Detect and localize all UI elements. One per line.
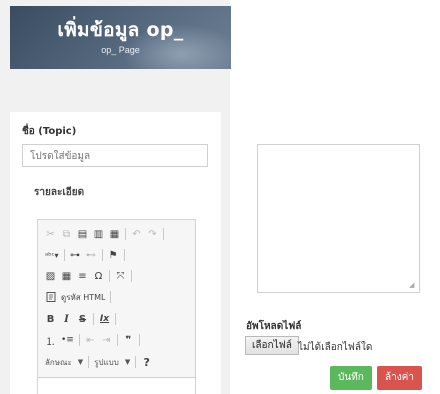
page-header-banner: เพิ่มข้อมูล op_ op_ Page xyxy=(10,6,231,69)
editor-toolbar-row-links: ᵃᵇᶜ▾ ⊶ ⊷ ⚑ xyxy=(45,248,125,262)
styles-dropdown[interactable]: ลักษณะ ▼ xyxy=(45,356,83,369)
undo-icon[interactable]: ↶ xyxy=(131,228,142,241)
toolbar-separator xyxy=(109,270,110,282)
choose-file-button[interactable]: เลือกไฟล์ xyxy=(245,336,299,355)
save-button[interactable]: บันทึก xyxy=(330,366,372,390)
paste-icon[interactable]: ▤ xyxy=(77,228,88,241)
toolbar-separator xyxy=(93,313,94,325)
italic-icon[interactable]: I xyxy=(61,313,72,326)
toolbar-separator xyxy=(123,249,125,261)
bold-icon[interactable]: B xyxy=(45,313,56,326)
blockquote-icon[interactable]: ❞ xyxy=(123,334,134,347)
indent-icon[interactable]: ⇥ xyxy=(101,334,112,347)
source-document-icon xyxy=(46,292,55,302)
format-dropdown[interactable]: รูปแบบ ▼ xyxy=(94,356,130,369)
outdent-icon[interactable]: ⇤ xyxy=(85,334,96,347)
editor-toolbar-row-paragraph: ⒈ •≡ ⇤ ⇥ ❞ xyxy=(45,333,140,348)
editor-content-area[interactable] xyxy=(37,377,196,394)
toolbar-separator xyxy=(163,228,164,240)
upload-label: อัพโหลดไฟล์ xyxy=(246,321,302,332)
source-icon[interactable] xyxy=(45,291,56,304)
page-title: เพิ่มข้อมูล op_ xyxy=(57,19,184,41)
reset-button[interactable]: ล้างค่า xyxy=(377,366,422,390)
toolbar-separator xyxy=(138,334,140,346)
remove-format-icon[interactable]: Ix xyxy=(99,313,110,326)
bulleted-list-icon[interactable]: •≡ xyxy=(61,334,74,347)
chevron-down-icon: ▼ xyxy=(77,358,84,366)
editor-toolbar-row-clipboard: ✂ ⧉ ▤ ▥ ▦ ↶ ↷ xyxy=(45,227,164,241)
secondary-textarea[interactable]: ◢ xyxy=(257,144,420,293)
spellcheck-icon[interactable]: ᵃᵇᶜ▾ xyxy=(45,249,59,262)
special-char-icon[interactable]: Ω xyxy=(93,270,104,283)
toolbar-separator xyxy=(63,249,65,261)
editor-toolbar-row-insert: ▨ ▦ ≡ Ω ⤧ xyxy=(45,269,132,283)
toolbar-separator xyxy=(116,334,118,346)
copy-icon[interactable]: ⧉ xyxy=(61,228,72,241)
page-root: เพิ่มข้อมูล op_ op_ Page ชื่อ (Topic) โป… xyxy=(0,0,440,394)
image-icon[interactable]: ▨ xyxy=(45,270,56,283)
resize-grip-icon[interactable]: ◢ xyxy=(409,282,416,289)
toolbar-separator xyxy=(78,334,80,346)
maximize-icon[interactable]: ⤧ xyxy=(115,270,126,283)
anchor-flag-icon[interactable]: ⚑ xyxy=(108,249,119,262)
styles-dropdown-label: ลักษณะ xyxy=(45,357,72,367)
numbered-list-icon[interactable]: ⒈ xyxy=(45,334,56,348)
editor-toolbar-row-source: ดูรหัส HTML xyxy=(45,290,112,304)
page-subtitle: op_ Page xyxy=(101,45,140,55)
toolbar-separator xyxy=(115,313,116,325)
horizontal-line-icon[interactable]: ≡ xyxy=(77,270,88,283)
topic-label: ชื่อ (Topic) xyxy=(22,126,77,137)
toolbar-separator xyxy=(135,356,137,368)
toolbar-separator xyxy=(125,228,126,240)
toolbar-separator xyxy=(131,270,132,282)
file-status-text: ไม่ได้เลือกไฟล์ใด xyxy=(298,342,373,353)
table-icon[interactable]: ▦ xyxy=(61,270,72,283)
toolbar-separator xyxy=(101,249,103,261)
redo-icon[interactable]: ↷ xyxy=(147,228,158,241)
toolbar-separator xyxy=(110,291,112,303)
editor-toolbar-row-basicstyles: B I S Ix xyxy=(45,312,116,326)
toolbar-separator xyxy=(88,356,90,368)
source-button-label[interactable]: ดูรหัส HTML xyxy=(61,291,105,304)
unlink-icon[interactable]: ⊷ xyxy=(86,249,97,262)
detail-label: รายละเอียด xyxy=(34,187,85,198)
topic-input[interactable]: โปรดใส่ข้อมูล xyxy=(22,144,208,167)
strike-icon[interactable]: S xyxy=(77,313,88,326)
link-icon[interactable]: ⊶ xyxy=(70,249,81,262)
editor-toolbar-row-styles: ลักษณะ ▼ รูปแบบ ▼ ? xyxy=(45,355,152,369)
paste-word-icon[interactable]: ▦ xyxy=(109,228,120,241)
help-icon[interactable]: ? xyxy=(141,356,152,369)
format-dropdown-label: รูปแบบ xyxy=(94,357,119,367)
cut-icon[interactable]: ✂ xyxy=(45,228,56,241)
chevron-down-icon: ▼ xyxy=(124,358,131,366)
paste-text-icon[interactable]: ▥ xyxy=(93,228,104,241)
